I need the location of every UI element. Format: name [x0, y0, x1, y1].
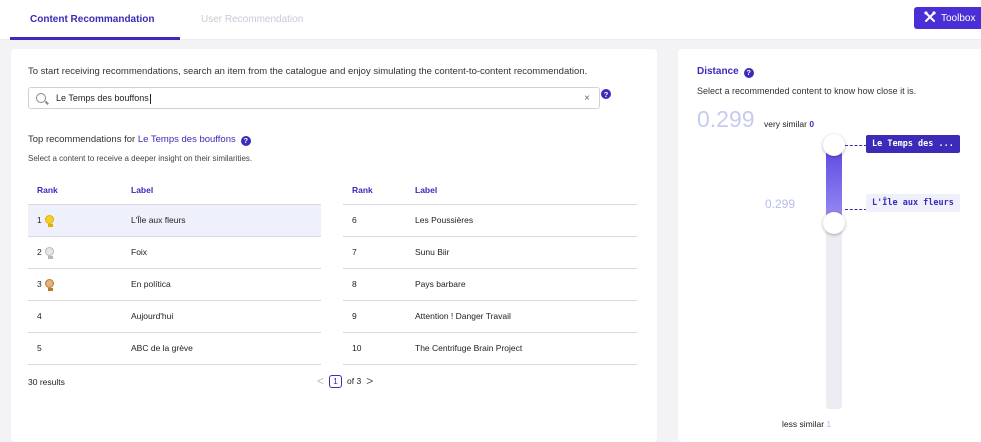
table-row[interactable]: 5 ABC de la grève: [28, 332, 321, 365]
label-cell: Sunu Biir: [406, 236, 637, 269]
rank-cell: 7: [343, 236, 406, 269]
distance-panel: Distance? Select a recommended content t…: [678, 49, 981, 442]
selected-item-tag: L'Île aux fleurs: [866, 194, 960, 212]
reference-item-tag: Le Temps des ...: [866, 135, 960, 153]
table-row[interactable]: 4 Aujourd'hui: [28, 300, 321, 333]
table-row[interactable]: 7 Sunu Biir: [343, 236, 637, 269]
table-row[interactable]: 10 The Centrifuge Brain Project: [343, 332, 637, 365]
tab-content-recommandation[interactable]: Content Recommandation: [30, 14, 154, 25]
clear-icon[interactable]: ×: [584, 93, 590, 104]
table-row[interactable]: 6 Les Poussières: [343, 204, 637, 237]
help-icon[interactable]: ?: [240, 135, 251, 146]
ranking-table-right: Rank Label 6 Les Poussières 7 Sunu Biir …: [343, 176, 637, 365]
very-similar-label: very similar 0: [764, 119, 815, 129]
rank-cell: 10: [343, 332, 406, 365]
label-cell: En política: [122, 268, 321, 301]
label-cell: Foix: [122, 236, 321, 269]
rank-cell: 3: [37, 279, 42, 289]
current-page-button[interactable]: 1: [329, 374, 343, 388]
label-cell: ABC de la grève: [122, 332, 321, 365]
label-cell: Pays barbare: [406, 268, 637, 301]
distance-title: Distance?: [697, 66, 754, 78]
bronze-medal-icon: [44, 279, 54, 291]
search-input[interactable]: Le Temps des bouffons: [56, 93, 151, 104]
label-cell: Attention ! Danger Travail: [406, 300, 637, 333]
rank-cell: 6: [343, 204, 406, 237]
selected-connector: [845, 209, 867, 210]
search-field[interactable]: Le Temps des bouffons ×: [28, 87, 600, 109]
ranking-table-left: Rank Label 1 L'Île aux fleurs 2 Foix 3 E…: [28, 176, 321, 365]
label-header: Label: [122, 176, 321, 205]
toolbox-button[interactable]: Toolbox: [914, 7, 981, 29]
rank-cell: 4: [28, 300, 122, 333]
table-header: Rank Label: [343, 176, 637, 205]
table-row[interactable]: 2 Foix: [28, 236, 321, 269]
label-cell: Aujourd'hui: [122, 300, 321, 333]
distance-slider-handle[interactable]: [823, 212, 845, 234]
top-recommendations-prefix: Top recommendations for: [28, 134, 136, 145]
label-cell: L'Île aux fleurs: [122, 204, 321, 237]
silver-medal-icon: [44, 247, 54, 259]
active-tab-indicator: [10, 37, 180, 40]
help-icon[interactable]: ?: [601, 89, 611, 99]
rank-header: Rank: [343, 176, 406, 205]
reference-connector: [845, 145, 867, 146]
tab-user-recommendation[interactable]: User Recommendation: [201, 14, 303, 25]
slider-distance-value: 0.299: [765, 197, 796, 211]
page-total: of 3: [347, 376, 362, 386]
pagination: < 1 of 3 >: [317, 374, 373, 388]
selected-item-name: Le Temps des bouffons: [137, 134, 236, 145]
rank-header: Rank: [28, 176, 122, 205]
results-count: 30 results: [28, 377, 65, 387]
label-header: Label: [406, 176, 637, 205]
recommendation-panel: To start receiving recommendations, sear…: [11, 49, 657, 442]
toolbox-label: Toolbox: [941, 12, 976, 24]
subtext: Select a content to receive a deeper ins…: [28, 154, 253, 163]
tools-icon: [924, 10, 936, 26]
label-cell: The Centrifuge Brain Project: [406, 332, 637, 365]
top-recommendations-heading: Top recommendations for Le Temps des bou…: [28, 134, 251, 146]
distance-value: 0.299: [697, 106, 755, 132]
rank-cell: 2: [37, 247, 42, 257]
rank-cell: 8: [343, 268, 406, 301]
table-header: Rank Label: [28, 176, 321, 205]
intro-text: To start receiving recommendations, sear…: [28, 66, 588, 77]
prev-page-button[interactable]: <: [317, 374, 324, 388]
gold-medal-icon: [44, 215, 54, 227]
search-icon: [36, 93, 46, 103]
table-row[interactable]: 1 L'Île aux fleurs: [28, 204, 321, 237]
less-similar-label: less similar 1: [782, 419, 832, 429]
label-cell: Les Poussières: [406, 204, 637, 237]
table-row[interactable]: 9 Attention ! Danger Travail: [343, 300, 637, 333]
table-row[interactable]: 3 En política: [28, 268, 321, 301]
reference-slider-handle[interactable]: [823, 134, 845, 156]
rank-cell: 1: [37, 215, 42, 225]
rank-cell: 9: [343, 300, 406, 333]
distance-subtitle: Select a recommended content to know how…: [697, 86, 917, 96]
next-page-button[interactable]: >: [366, 374, 373, 388]
top-bar: Content Recommandation User Recommendati…: [0, 0, 981, 40]
table-row[interactable]: 8 Pays barbare: [343, 268, 637, 301]
rank-cell: 5: [28, 332, 122, 365]
help-icon[interactable]: ?: [743, 67, 754, 78]
